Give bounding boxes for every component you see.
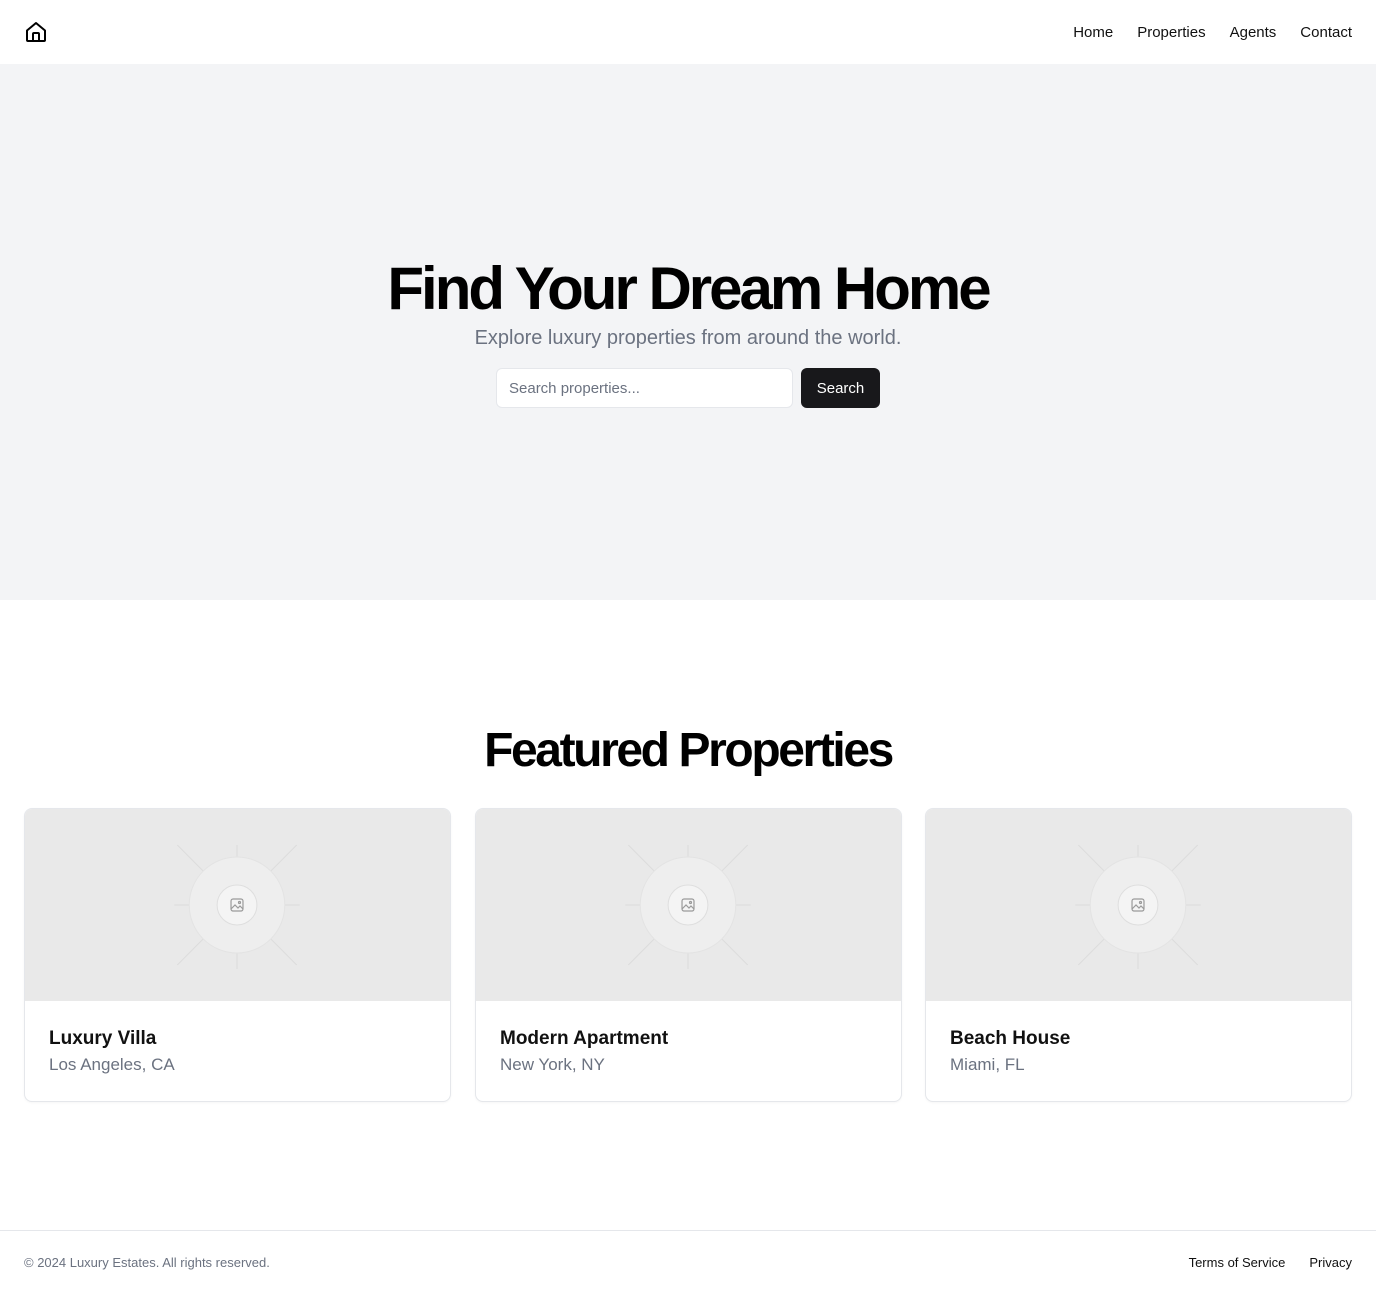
property-title: Luxury Villa [49,1028,157,1049]
terms-link[interactable]: Terms of Service [1189,1255,1286,1271]
property-image [926,809,1351,1001]
image-placeholder-icon [625,844,751,969]
image-placeholder-icon [1075,844,1201,969]
hero-subtitle: Explore luxury properties from around th… [474,327,902,349]
footer-links: Terms of Service Privacy [1189,1255,1352,1271]
property-location: New York, NY [500,1055,605,1074]
search-button[interactable]: Search [801,368,880,408]
site-header: Home Properties Agents Contact [0,0,1376,64]
property-card[interactable]: Luxury Villa Los Angeles, CA [24,808,451,1102]
main-nav: Home Properties Agents Contact [1073,0,1352,64]
property-card[interactable]: Beach House Miami, FL [925,808,1352,1102]
property-card[interactable]: Modern Apartment New York, NY [475,808,902,1102]
house-icon[interactable] [24,20,48,44]
hero-title: Find Your Dream Home [387,255,991,322]
property-title: Modern Apartment [500,1028,669,1049]
privacy-link[interactable]: Privacy [1309,1255,1352,1271]
property-image [476,809,901,1001]
nav-link-properties[interactable]: Properties [1137,24,1205,41]
copyright-text: © 2024 Luxury Estates. All rights reserv… [24,1255,270,1270]
nav-link-home[interactable]: Home [1073,24,1113,41]
nav-link-contact[interactable]: Contact [1300,24,1352,41]
property-image [25,809,450,1001]
property-title: Beach House [950,1028,1071,1049]
featured-title: Featured Properties [484,724,894,777]
image-placeholder-icon [174,844,300,969]
search-input[interactable] [496,368,793,408]
nav-link-agents[interactable]: Agents [1230,24,1277,41]
site-footer: © 2024 Luxury Estates. All rights reserv… [0,1230,1376,1295]
property-location: Miami, FL [950,1055,1025,1074]
hero-section: Find Your Dream Home Explore luxury prop… [0,64,1376,600]
property-location: Los Angeles, CA [49,1055,175,1074]
